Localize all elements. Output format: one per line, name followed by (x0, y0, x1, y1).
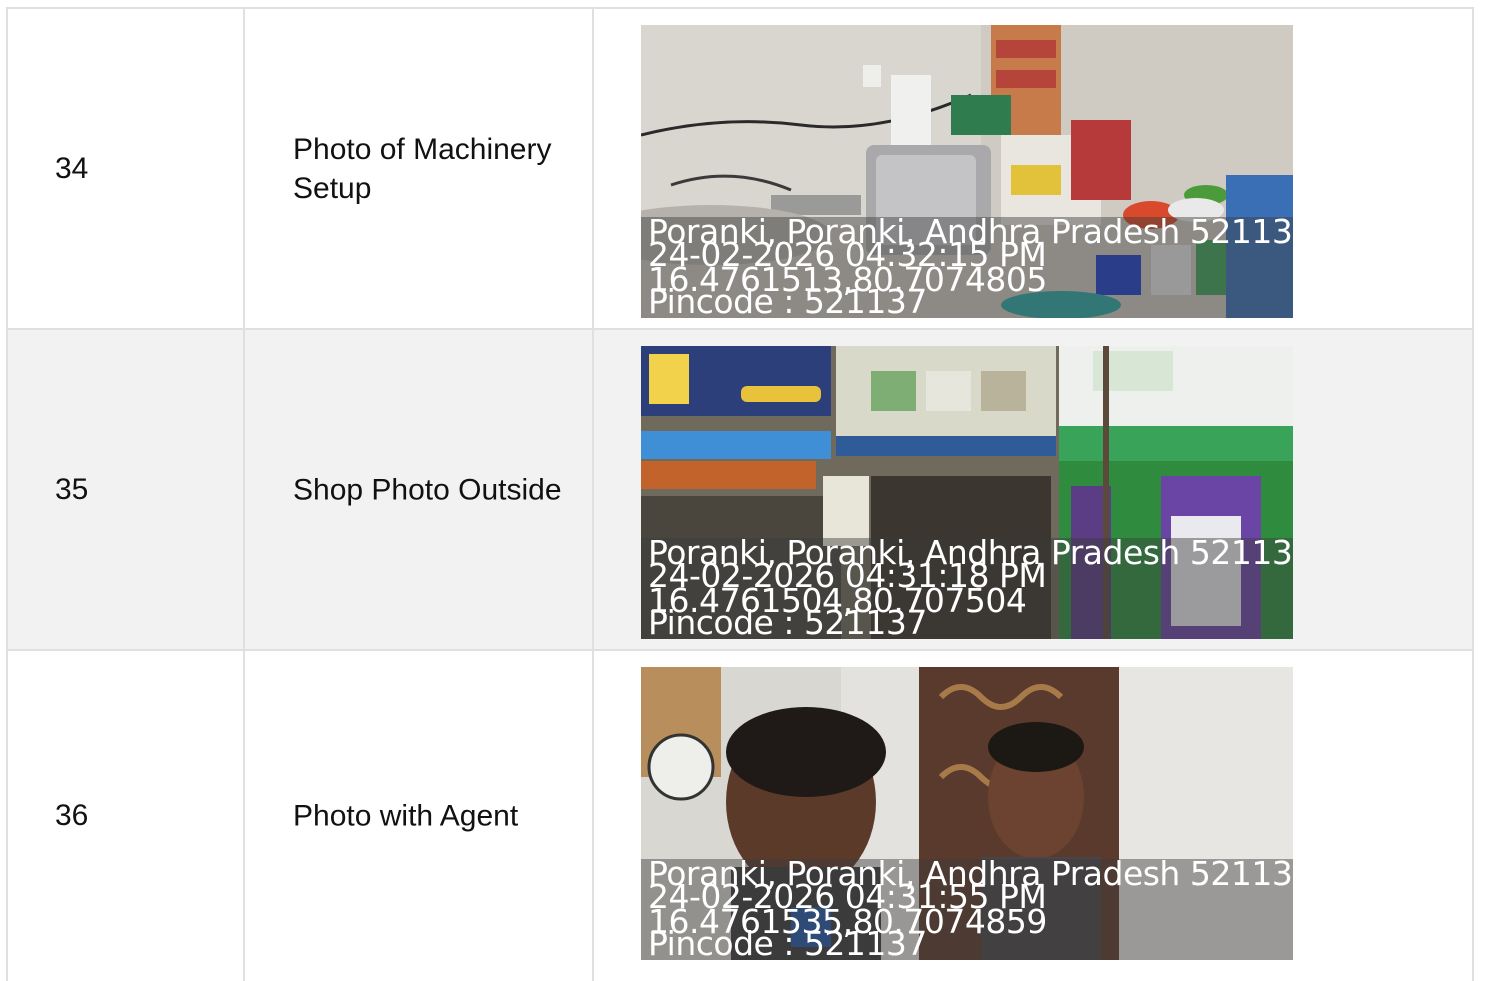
stamp-pincode: Pincode : 521137 (648, 282, 927, 318)
row-number: 34 (55, 151, 89, 185)
row-label-cell: Photo with Agent (245, 651, 594, 981)
row-label-cell: Photo of Machinery Setup (245, 9, 594, 328)
row-photo-cell: Poranki, Poranki, Andhra Pradesh 521137,… (594, 330, 1474, 649)
row-number: 36 (55, 799, 89, 832)
row-number-cell: 34 (8, 9, 245, 328)
machinery-photo[interactable]: Poranki, Poranki, Andhra Pradesh 521137,… (641, 25, 1293, 318)
table-row: 36 Photo with Agent Poranki, Poranki, An… (8, 651, 1474, 981)
stamp-pincode: Pincode : 521137 (648, 924, 927, 960)
row-label: Shop Photo Outside (293, 473, 562, 506)
row-number: 35 (55, 472, 89, 506)
geo-stamp-overlay: Poranki, Poranki, Andhra Pradesh 521137,… (641, 857, 1293, 960)
photo-table: 34 Photo of Machinery Setup Poranki, Por… (6, 7, 1474, 981)
stamp-pincode: Pincode : 521137 (648, 603, 927, 639)
agent-photo[interactable]: Poranki, Poranki, Andhra Pradesh 521137,… (641, 667, 1293, 960)
row-label-cell: Shop Photo Outside (245, 330, 594, 649)
table-row: 35 Shop Photo Outside Poranki, Poranki, … (8, 330, 1474, 651)
geo-stamp-overlay: Poranki, Poranki, Andhra Pradesh 521137,… (641, 536, 1293, 639)
row-photo-cell: Poranki, Poranki, Andhra Pradesh 521137,… (594, 651, 1474, 981)
geo-stamp-overlay: Poranki, Poranki, Andhra Pradesh 521137,… (641, 215, 1293, 318)
shop-outside-photo[interactable]: Poranki, Poranki, Andhra Pradesh 521137,… (641, 346, 1293, 639)
row-photo-cell: Poranki, Poranki, Andhra Pradesh 521137,… (594, 9, 1474, 328)
row-number-cell: 35 (8, 330, 245, 649)
row-number-cell: 36 (8, 651, 245, 981)
row-label: Photo of Machinery Setup (293, 132, 552, 205)
row-label: Photo with Agent (293, 799, 519, 833)
table-row: 34 Photo of Machinery Setup Poranki, Por… (8, 9, 1474, 330)
